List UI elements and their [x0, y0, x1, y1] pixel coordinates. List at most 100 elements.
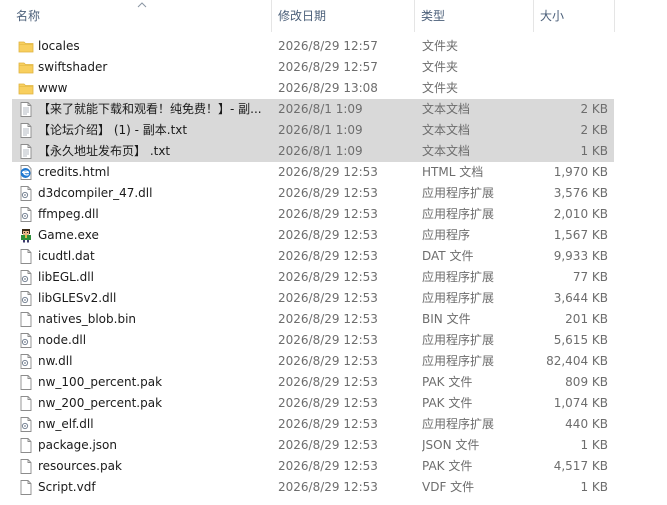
file-name: libGLESv2.dll	[38, 291, 117, 305]
file-modified-date: 2026/8/29 12:53	[278, 165, 378, 179]
file-size	[532, 78, 608, 99]
file-row[interactable]: libGLESv2.dll 2026/8/29 12:53 应用程序扩展 3,644 …	[12, 288, 614, 309]
file-type: DAT 文件	[422, 249, 474, 263]
file-explorer-list: 名称 修改日期 类型 大小 locales 2026/8/29 12:57 文件夹 s…	[0, 0, 667, 505]
file-type: 应用程序扩展	[422, 291, 495, 305]
file-name: swiftshader	[38, 60, 108, 74]
file-modified-date: 2026/8/29 13:08	[278, 81, 378, 95]
file-row[interactable]: Game.exe 2026/8/29 12:53 应用程序 1,567 KB	[12, 225, 614, 246]
file-modified-date: 2026/8/29 12:53	[278, 375, 378, 389]
file-type: 文本文档	[422, 144, 471, 158]
file-type: 应用程序扩展	[422, 333, 495, 347]
column-header-size[interactable]: 大小	[534, 0, 614, 32]
text-file-icon	[18, 102, 34, 117]
blank-file-icon	[18, 312, 34, 327]
file-row[interactable]: natives_blob.bin 2026/8/29 12:53 BIN 文件 201…	[12, 309, 614, 330]
file-name: d3dcompiler_47.dll	[38, 186, 153, 200]
dll-file-icon	[18, 417, 34, 432]
file-row[interactable]: locales 2026/8/29 12:57 文件夹	[12, 36, 614, 57]
file-name: locales	[38, 39, 80, 53]
file-row[interactable]: nw.dll 2026/8/29 12:53 应用程序扩展 82,404 KB	[12, 351, 614, 372]
file-row[interactable]: www 2026/8/29 13:08 文件夹	[12, 78, 614, 99]
file-type: PAK 文件	[422, 459, 473, 473]
file-row[interactable]: icudtl.dat 2026/8/29 12:53 DAT 文件 9,933 KB	[12, 246, 614, 267]
file-name: 【论坛介绍】 (1) - 副本.txt	[38, 123, 188, 137]
file-type: 应用程序扩展	[422, 417, 495, 431]
blank-file-icon	[18, 459, 34, 474]
dll-file-icon	[18, 354, 34, 369]
blank-file-icon	[18, 396, 34, 411]
file-type: HTML 文档	[422, 165, 484, 179]
file-row[interactable]: 【来了就能下载和观看！纯免费！】- 副... 2026/8/1 1:09 文本文档 2…	[12, 99, 614, 120]
blank-file-icon	[18, 438, 34, 453]
file-name: 【来了就能下载和观看！纯免费！】- 副...	[38, 102, 262, 116]
file-modified-date: 2026/8/29 12:53	[278, 312, 378, 326]
blank-file-icon	[18, 480, 34, 495]
blank-file-icon	[18, 249, 34, 264]
file-row[interactable]: nw_200_percent.pak 2026/8/29 12:53 PAK 文件 1…	[12, 393, 614, 414]
file-row[interactable]: 【论坛介绍】 (1) - 副本.txt 2026/8/1 1:09 文本文档 2 KB	[12, 120, 614, 141]
file-modified-date: 2026/8/1 1:09	[278, 144, 363, 158]
file-size: 82,404 KB	[546, 354, 608, 368]
column-header-date[interactable]: 修改日期	[272, 0, 414, 32]
file-size: 77 KB	[572, 270, 608, 284]
file-type: PAK 文件	[422, 375, 473, 389]
file-size: 2 KB	[580, 123, 608, 137]
file-name: libEGL.dll	[38, 270, 94, 284]
file-row[interactable]: node.dll 2026/8/29 12:53 应用程序扩展 5,615 KB	[12, 330, 614, 351]
file-row[interactable]: 【永久地址发布页】 .txt 2026/8/1 1:09 文本文档 1 KB	[12, 141, 614, 162]
file-modified-date: 2026/8/29 12:53	[278, 333, 378, 347]
file-modified-date: 2026/8/29 12:53	[278, 291, 378, 305]
edge-html-icon	[18, 165, 34, 180]
file-modified-date: 2026/8/29 12:57	[278, 39, 378, 53]
file-name: package.json	[38, 438, 118, 452]
file-row[interactable]: ffmpeg.dll 2026/8/29 12:53 应用程序扩展 2,010 KB	[12, 204, 614, 225]
file-size: 1 KB	[580, 144, 608, 158]
file-modified-date: 2026/8/29 12:53	[278, 354, 378, 368]
file-type: 应用程序扩展	[422, 270, 495, 284]
file-size: 3,644 KB	[553, 291, 608, 305]
dll-file-icon	[18, 270, 34, 285]
file-name: nw_elf.dll	[38, 417, 94, 431]
file-type: 应用程序扩展	[422, 354, 495, 368]
file-size: 2 KB	[580, 102, 608, 116]
dll-file-icon	[18, 186, 34, 201]
file-type: 应用程序扩展	[422, 186, 495, 200]
file-type: 文件夹	[422, 39, 459, 53]
file-size	[532, 57, 608, 78]
file-row[interactable]: package.json 2026/8/29 12:53 JSON 文件 1 KB	[12, 435, 614, 456]
file-size: 1 KB	[580, 480, 608, 494]
column-divider[interactable]	[614, 0, 615, 32]
file-modified-date: 2026/8/29 12:53	[278, 417, 378, 431]
file-row[interactable]: nw_elf.dll 2026/8/29 12:53 应用程序扩展 440 KB	[12, 414, 614, 435]
file-type: 应用程序扩展	[422, 207, 495, 221]
file-name: nw_200_percent.pak	[38, 396, 163, 410]
file-size: 2,010 KB	[553, 207, 608, 221]
file-size: 9,933 KB	[553, 249, 608, 263]
file-type: VDF 文件	[422, 480, 475, 494]
file-type: PAK 文件	[422, 396, 473, 410]
file-modified-date: 2026/8/1 1:09	[278, 102, 363, 116]
column-header-type[interactable]: 类型	[415, 0, 533, 32]
file-size: 1,074 KB	[553, 396, 608, 410]
file-modified-date: 2026/8/29 12:57	[278, 60, 378, 74]
file-row[interactable]: resources.pak 2026/8/29 12:53 PAK 文件 4,517 …	[12, 456, 614, 477]
folder-icon	[18, 81, 34, 96]
file-row[interactable]: d3dcompiler_47.dll 2026/8/29 12:53 应用程序扩展 3…	[12, 183, 614, 204]
file-name: Game.exe	[38, 228, 99, 242]
file-row[interactable]: credits.html 2026/8/29 12:53 HTML 文档 1,970 …	[12, 162, 614, 183]
file-modified-date: 2026/8/29 12:53	[278, 270, 378, 284]
column-header-bar: 名称 修改日期 类型 大小	[0, 0, 667, 32]
file-modified-date: 2026/8/29 12:53	[278, 438, 378, 452]
file-row[interactable]: libEGL.dll 2026/8/29 12:53 应用程序扩展 77 KB	[12, 267, 614, 288]
file-row[interactable]: swiftshader 2026/8/29 12:57 文件夹	[12, 57, 614, 78]
file-type: BIN 文件	[422, 312, 471, 326]
file-name: Script.vdf	[38, 480, 96, 494]
file-size: 1,567 KB	[553, 228, 608, 242]
file-modified-date: 2026/8/29 12:53	[278, 396, 378, 410]
file-row[interactable]: nw_100_percent.pak 2026/8/29 12:53 PAK 文件 8…	[12, 372, 614, 393]
file-type: JSON 文件	[422, 438, 480, 452]
file-row[interactable]: Script.vdf 2026/8/29 12:53 VDF 文件 1 KB	[12, 477, 614, 498]
file-name: node.dll	[38, 333, 87, 347]
blank-file-icon	[18, 375, 34, 390]
